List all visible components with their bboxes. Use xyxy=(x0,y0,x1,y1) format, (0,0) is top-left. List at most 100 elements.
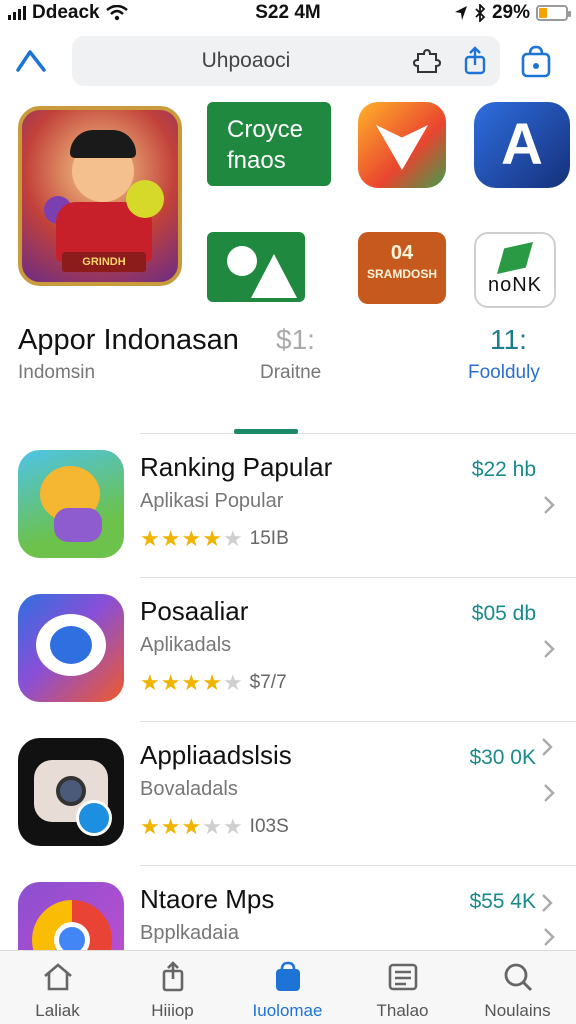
a-app-icon[interactable]: A xyxy=(474,102,570,188)
tab-news[interactable]: Thalao xyxy=(345,957,460,1023)
search-header: Uhpoaoci xyxy=(0,36,576,88)
app-title: Ntaore Mps xyxy=(140,884,275,914)
tile-green-line2: fnaos xyxy=(227,147,286,174)
camera-badge xyxy=(76,800,112,836)
share-icon[interactable] xyxy=(460,46,490,76)
tab-bar: Laliak Hiiiop Iuolomae Thalao Noulains xyxy=(0,950,576,1024)
battery-fill xyxy=(539,8,547,18)
bluetooth-icon xyxy=(475,4,486,22)
battery-percent: 29% xyxy=(491,2,530,23)
ball-yellow xyxy=(126,180,164,218)
featured-count: 11: xyxy=(490,324,527,355)
app-subtitle: Bovaladals xyxy=(140,778,238,800)
star-icon: ★ xyxy=(181,526,202,551)
star-rating: ★ ★ ★ ★ ★ $7/7 xyxy=(140,670,287,696)
bubble-core xyxy=(50,626,92,664)
featured-subtitle: Indomsin xyxy=(18,362,96,383)
tab-share[interactable]: Hiiiop xyxy=(115,957,230,1023)
star-icon: ★ xyxy=(181,670,202,695)
tab-search[interactable]: Noulains xyxy=(460,957,575,1023)
star-icon: ★ xyxy=(140,814,160,839)
battery-icon xyxy=(536,5,571,21)
star-rating: ★ ★ ★ ★ ★ I03S xyxy=(140,814,289,840)
star-icon: ★ xyxy=(222,526,243,551)
app-price: $55 4K xyxy=(469,890,536,913)
tile-green-line1: Croyce xyxy=(227,116,304,143)
triangle-app-icon[interactable] xyxy=(358,102,446,188)
apps-icon xyxy=(275,961,300,991)
status-bar: Ddeack S22 4M 29% xyxy=(0,0,576,26)
white-app-icon[interactable]: noNK xyxy=(474,232,556,308)
chick-wing xyxy=(54,508,102,542)
app-subtitle: Aplikasi Popular xyxy=(140,490,284,512)
character-hat xyxy=(70,130,136,158)
featured-title: Appor Indonasan xyxy=(18,324,239,356)
chick-app-icon xyxy=(18,450,124,558)
search-placeholder: Uhpoaoci xyxy=(201,49,291,72)
list-item[interactable]: Appliaadslsis Bovaladals ★ ★ ★ ★ ★ I03S $30 0… xyxy=(0,722,576,866)
featured-section: GRINDH Croyce fnaos A 04 SRAMDOSH noNK A… xyxy=(0,100,576,420)
star-icon: ★ xyxy=(160,526,181,551)
home-icon xyxy=(43,963,72,991)
featured-tile-green[interactable]: Croyce fnaos xyxy=(207,102,331,186)
share-icon xyxy=(162,961,183,992)
tab-label: Hiiiop xyxy=(151,1001,194,1020)
orange-app-icon[interactable]: 04 SRAMDOSH xyxy=(358,232,446,304)
star-icon: ★ xyxy=(181,814,202,839)
star-icon: ★ xyxy=(222,814,243,839)
leaf-icon xyxy=(497,242,533,274)
app-title: Posaaliar xyxy=(140,596,249,626)
gallery-mountain xyxy=(251,254,297,298)
rating-count: 15IB xyxy=(249,528,289,549)
location-icon xyxy=(454,6,467,20)
chevron-right-icon[interactable] xyxy=(540,892,554,914)
app-price: $30 0K xyxy=(469,746,536,769)
star-rating: ★ ★ ★ ★ ★ 15IB xyxy=(140,526,289,552)
chevron-right-icon[interactable] xyxy=(540,736,554,758)
search-icon xyxy=(504,963,532,992)
camera-lens xyxy=(56,776,86,806)
star-icon: ★ xyxy=(140,670,160,695)
star-icon: ★ xyxy=(160,814,181,839)
search-bar[interactable]: Uhpoaoci xyxy=(72,36,500,86)
puzzle-icon[interactable] xyxy=(412,46,442,76)
app-price: $05 db xyxy=(471,602,536,625)
triangle-mark xyxy=(376,125,428,170)
rating-count: $7/7 xyxy=(249,672,287,693)
bag-icon[interactable] xyxy=(518,44,554,80)
star-icon: ★ xyxy=(202,526,222,551)
star-icon: ★ xyxy=(222,670,243,695)
white-tile-text: noNK xyxy=(487,274,543,296)
orange-tile-line2: SRAMDOSH xyxy=(366,267,437,281)
star-icon: ★ xyxy=(140,526,160,551)
tab-label: Iuolomae xyxy=(252,1001,323,1020)
app-title: Ranking Papular xyxy=(140,452,333,482)
camera-app-icon xyxy=(18,738,124,846)
app-price: $22 hb xyxy=(471,458,536,481)
game-banner: GRINDH xyxy=(62,252,146,272)
news-icon xyxy=(388,963,417,991)
orange-tile-line1: 04 xyxy=(390,242,414,264)
gallery-dot xyxy=(227,246,257,276)
featured-price-label: Draitne xyxy=(260,362,322,383)
tab-label: Laliak xyxy=(35,1001,80,1020)
back-chevron-icon[interactable] xyxy=(14,46,50,78)
list-item[interactable]: Posaaliar Aplikadals ★ ★ ★ ★ ★ $7/7 $05 db xyxy=(0,578,576,722)
app-subtitle: Aplikadals xyxy=(140,634,232,656)
star-icon: ★ xyxy=(202,814,222,839)
list-item[interactable]: Ranking Papular Aplikasi Popular ★ ★ ★ ★ ★ 15… xyxy=(0,434,576,578)
chevron-right-icon[interactable] xyxy=(542,638,556,660)
tab-home[interactable]: Laliak xyxy=(0,957,115,1023)
chevron-right-icon[interactable] xyxy=(542,782,556,804)
rating-count: I03S xyxy=(249,816,289,837)
app-title: Appliaadslsis xyxy=(140,740,292,770)
status-right: 29% xyxy=(454,2,571,24)
gallery-app-icon[interactable] xyxy=(207,232,305,302)
chevron-right-icon[interactable] xyxy=(542,494,556,516)
tab-label: Thalao xyxy=(376,1001,429,1020)
tab-apps[interactable]: Iuolomae xyxy=(230,957,345,1023)
messenger-app-icon xyxy=(18,594,124,702)
featured-count-label[interactable]: Foolduly xyxy=(468,362,540,384)
featured-game-icon[interactable]: GRINDH xyxy=(18,106,182,286)
chevron-right-icon[interactable] xyxy=(542,926,556,948)
